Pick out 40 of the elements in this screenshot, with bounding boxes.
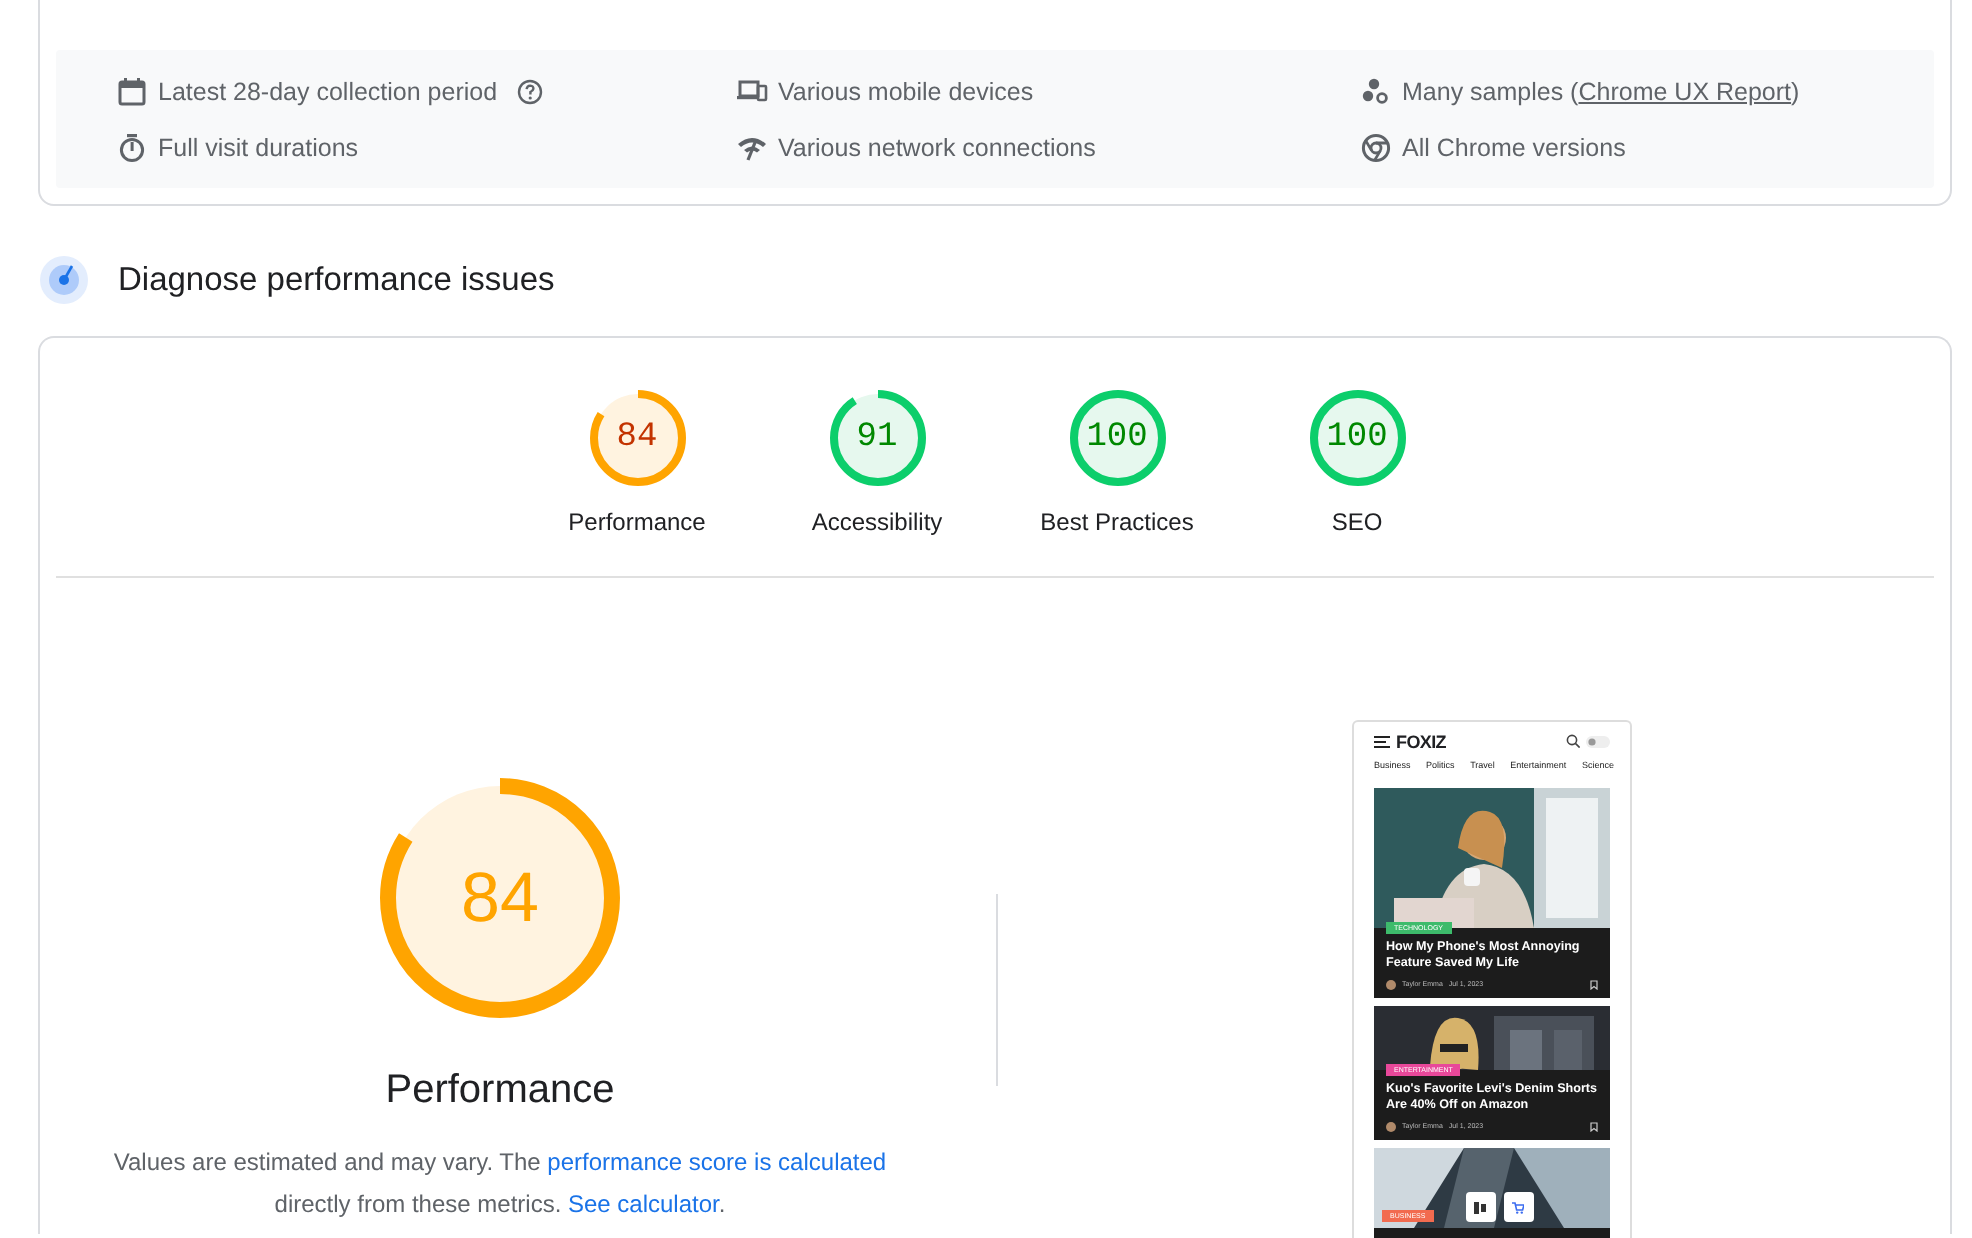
dots-icon [1360,75,1392,107]
category-label[interactable]: Performance [568,508,706,536]
score-link[interactable]: performance score is calculated [547,1148,887,1176]
info-text: Full visit durations [158,133,359,161]
app-button[interactable] [1465,1192,1496,1222]
bookmark-icon [1590,979,1598,989]
performance-title: Performance [385,1068,615,1114]
info-text: All Chrome versions [1402,133,1626,161]
panel-icon [1474,1201,1487,1213]
score-value: 100 [1326,421,1388,455]
category-label[interactable]: Best Practices [1040,508,1194,536]
score-note: Values are estimated and may vary. The performance score is calculated directly from these metrics. See calculator. [111,1146,889,1222]
radar-icon [38,254,90,306]
score-value: 91 [856,421,898,455]
cart-button[interactable] [1503,1192,1534,1222]
avatar-icon [1386,1121,1396,1131]
section-title: Diagnose performance issues [118,261,555,299]
menu-icon [1374,735,1390,747]
browser-icon [1360,131,1392,163]
score-value: 100 [1086,421,1148,455]
report-link[interactable]: Chrome UX Report [1578,77,1792,105]
search-icon [1566,734,1580,748]
devices-icon [736,75,768,107]
toggle-icon [1586,735,1610,747]
bookmark-icon [1590,1121,1598,1131]
info-text: Various mobile devices [778,77,1034,105]
info-text: Various network connections [778,133,1096,161]
score-value: 84 [616,421,658,455]
help-icon [515,77,544,105]
info-text: Many samples (Chrome UX Report) [1402,77,1800,105]
cart-icon [1512,1201,1525,1213]
category-label[interactable]: Accessibility [811,508,943,536]
score-link[interactable]: See calculator [567,1190,719,1218]
calendar-icon [116,75,148,107]
avatar-icon [1386,979,1396,989]
site-logo: FOXIZ [1396,731,1446,751]
category-label[interactable]: SEO [1331,508,1383,536]
stopwatch-icon [116,131,148,163]
score-value: 84 [461,863,539,933]
info-text: Latest 28-day collection period [158,77,498,105]
